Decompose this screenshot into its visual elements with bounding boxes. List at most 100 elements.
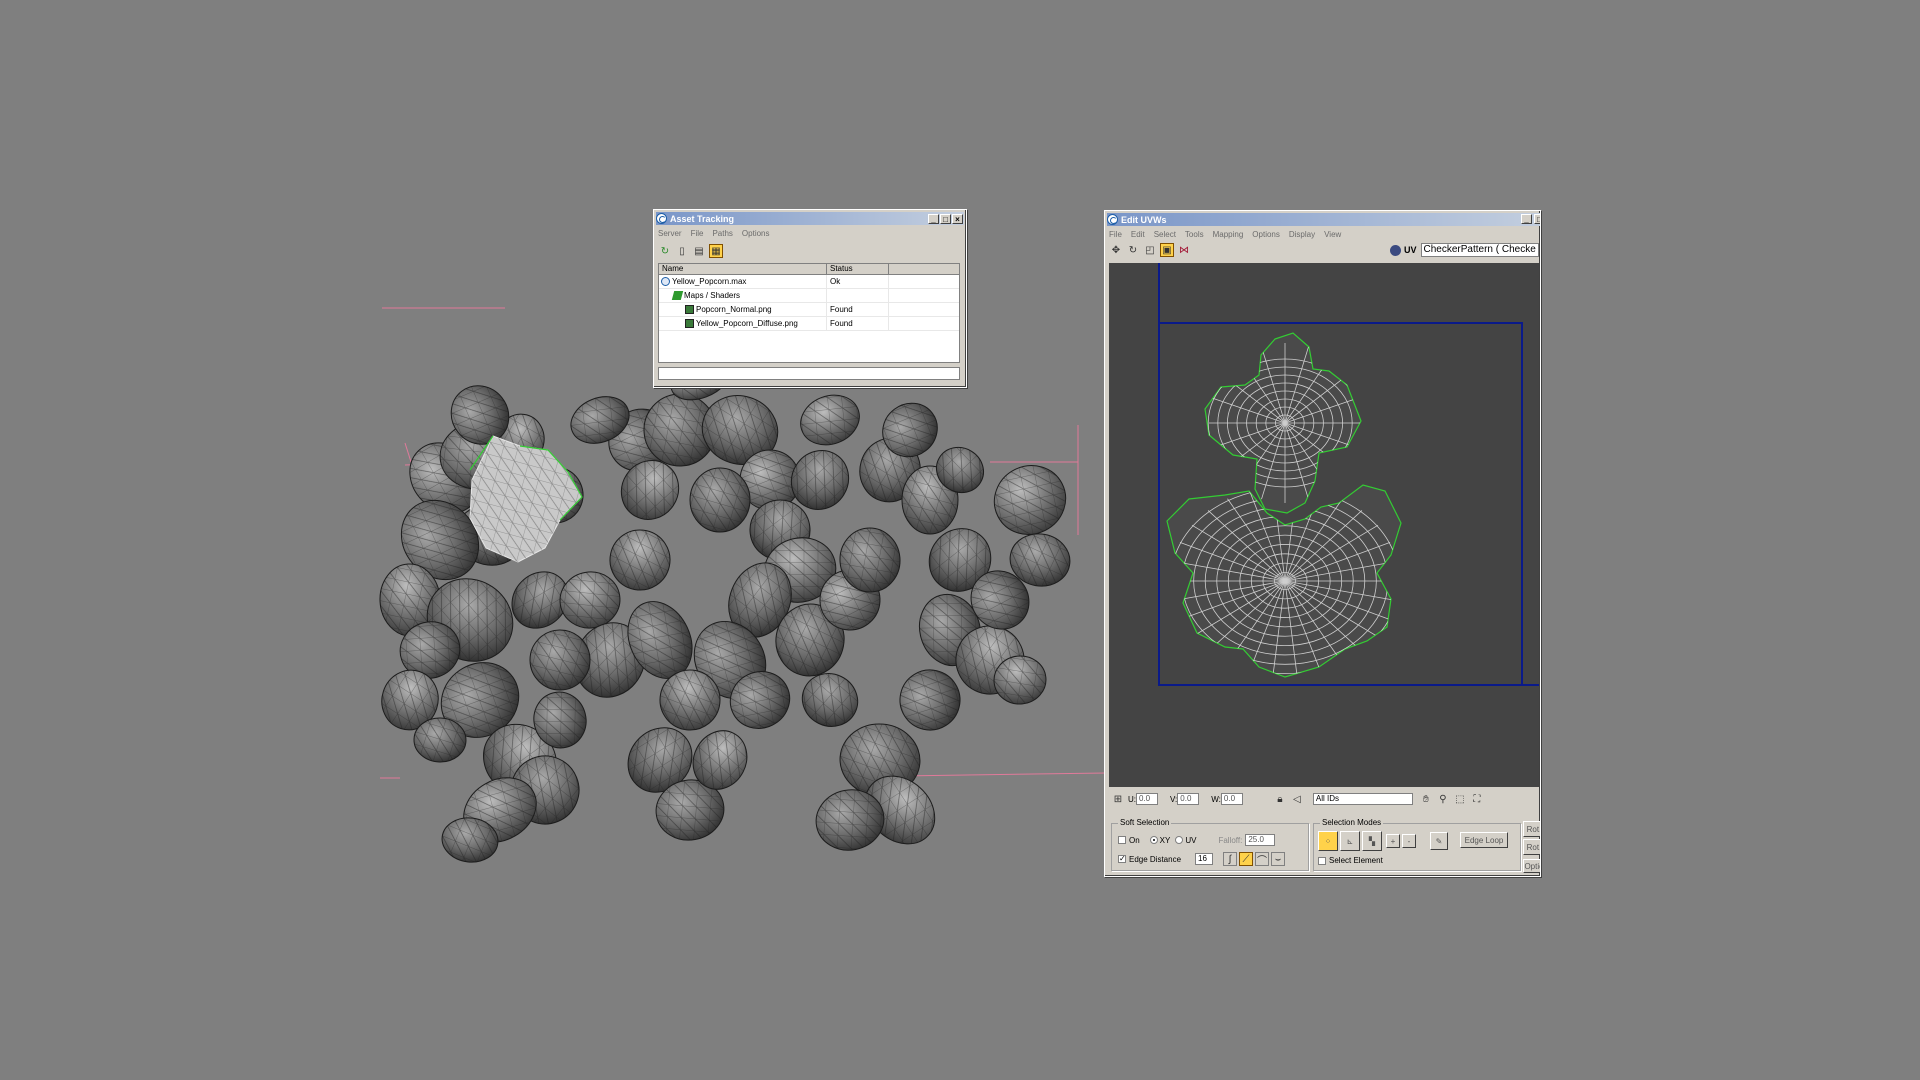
falloff-smooth-icon[interactable]: ∫ bbox=[1223, 852, 1238, 866]
checker-icon[interactable] bbox=[1390, 244, 1401, 256]
path-field[interactable] bbox=[658, 367, 960, 380]
detail-view-icon[interactable]: ▤ bbox=[692, 244, 706, 258]
rotate-icon[interactable]: ↻ bbox=[1126, 243, 1140, 257]
u-label: U: bbox=[1128, 794, 1136, 804]
grid-view-icon[interactable]: ▦ bbox=[709, 244, 723, 258]
max-file-icon bbox=[661, 277, 670, 286]
vertex-mode-button[interactable]: ⁘ bbox=[1318, 831, 1338, 851]
absolute-offset-icon[interactable]: ⊞ bbox=[1111, 792, 1125, 806]
row-status: Ok bbox=[827, 275, 889, 288]
menu-display[interactable]: Display bbox=[1289, 230, 1315, 239]
column-name[interactable]: Name bbox=[659, 264, 827, 274]
column-status[interactable]: Status bbox=[827, 264, 889, 274]
coord-bar: ⊞ U: 0.0 V: 0.0 W: 0.0 🔒︎ ◁ All IDs ✋︎ ⚲… bbox=[1105, 791, 1540, 807]
menu-server[interactable]: Server bbox=[658, 229, 682, 238]
menu-paths[interactable]: Paths bbox=[712, 229, 732, 238]
table-row[interactable]: Yellow_Popcorn_Diffuse.png Found bbox=[659, 317, 959, 331]
maximize-button[interactable]: □ bbox=[940, 213, 951, 224]
face-mode-button[interactable]: ▚ bbox=[1362, 831, 1382, 851]
u-field[interactable]: 0.0 bbox=[1136, 793, 1158, 805]
id-dropdown[interactable]: All IDs bbox=[1312, 793, 1413, 805]
uvw-menubar: File Edit Select Tools Mapping Options D… bbox=[1105, 228, 1540, 241]
falloff-slow-icon[interactable]: ⌒ bbox=[1255, 852, 1270, 867]
rotate-plus-button[interactable]: Rot. bbox=[1523, 821, 1540, 837]
window-title: Edit UVWs bbox=[1121, 214, 1167, 225]
row-name: Yellow_Popcorn.max bbox=[672, 277, 747, 286]
bitmap-icon bbox=[685, 305, 694, 314]
uvw-titlebar[interactable]: Edit UVWs _ □ bbox=[1107, 213, 1540, 226]
row-name: Maps / Shaders bbox=[684, 291, 741, 300]
paint-select-button[interactable]: ✎ bbox=[1430, 832, 1448, 850]
menu-view[interactable]: View bbox=[1324, 230, 1341, 239]
row-status: Found bbox=[827, 303, 889, 316]
zoom-extents-icon[interactable]: ⛶ bbox=[1470, 792, 1484, 806]
move-icon[interactable]: ✥ bbox=[1109, 243, 1123, 257]
xy-label: XY bbox=[1159, 835, 1171, 845]
edge-distance-checkbox[interactable]: ✓ bbox=[1118, 855, 1126, 863]
group-title: Soft Selection bbox=[1118, 818, 1172, 827]
options-button[interactable]: Optio bbox=[1523, 859, 1540, 873]
mirror-icon[interactable]: ⋈ bbox=[1177, 243, 1191, 257]
maximize-button[interactable]: □ bbox=[1534, 214, 1540, 224]
asset-table[interactable]: Name Status Yellow_Popcorn.max Ok Maps /… bbox=[658, 263, 960, 363]
menu-edit[interactable]: Edit bbox=[1131, 230, 1145, 239]
uvw-toolbar: ✥ ↻ ◰ ▣ ⋈ UV CheckerPattern ( Checke bbox=[1105, 241, 1540, 259]
falloff-linear-icon[interactable]: ⟋ bbox=[1239, 852, 1254, 866]
soft-on-checkbox[interactable] bbox=[1118, 836, 1126, 844]
asset-table-header: Name Status bbox=[659, 264, 959, 275]
folder-icon bbox=[671, 291, 684, 300]
row-name: Yellow_Popcorn_Diffuse.png bbox=[696, 319, 798, 328]
hand-pan-icon[interactable]: ✋︎ bbox=[1419, 792, 1433, 806]
grow-selection-button[interactable]: + bbox=[1386, 834, 1400, 848]
xy-radio[interactable] bbox=[1149, 836, 1158, 844]
falloff-fast-icon[interactable]: ⌣ bbox=[1271, 852, 1286, 866]
popcorn-kernel bbox=[800, 394, 860, 446]
select-element-checkbox[interactable] bbox=[1318, 856, 1326, 865]
table-row[interactable]: Yellow_Popcorn.max Ok bbox=[659, 275, 959, 289]
zoom-region-icon[interactable]: ⬚ bbox=[1453, 792, 1467, 806]
v-field[interactable]: 0.0 bbox=[1177, 793, 1200, 805]
uv-radio[interactable] bbox=[1175, 836, 1184, 844]
asset-tracking-titlebar[interactable]: Asset Tracking _ □ × bbox=[656, 212, 964, 225]
max-logo-icon bbox=[656, 213, 667, 224]
checkout-icon[interactable]: ▯ bbox=[675, 244, 689, 258]
table-row[interactable]: Popcorn_Normal.png Found bbox=[659, 303, 959, 317]
uv-radio-label: UV bbox=[1185, 835, 1197, 845]
w-field[interactable]: 0.0 bbox=[1220, 793, 1243, 805]
soft-selection-group: Soft Selection On XY UV Falloff: 25.0 ✓ … bbox=[1111, 818, 1309, 871]
table-row[interactable]: Maps / Shaders bbox=[659, 289, 959, 303]
edge-mode-button[interactable]: ⊾ bbox=[1340, 831, 1360, 851]
scale-icon[interactable]: ◰ bbox=[1143, 243, 1157, 257]
menu-options[interactable]: Options bbox=[1252, 230, 1280, 239]
perspective-viewport[interactable] bbox=[0, 0, 1920, 1080]
popcorn-model bbox=[379, 359, 1071, 863]
uv-label: UV bbox=[1404, 245, 1417, 255]
uv-mesh-upper bbox=[1207, 343, 1361, 503]
edge-loop-button[interactable]: Edge Loop bbox=[1460, 832, 1508, 848]
lock-icon[interactable]: 🔒︎ bbox=[1273, 792, 1287, 806]
uv-editor-canvas[interactable] bbox=[1109, 263, 1539, 787]
menu-select[interactable]: Select bbox=[1154, 230, 1176, 239]
selected-kernel[interactable] bbox=[469, 435, 583, 563]
edit-uvws-window[interactable]: Edit UVWs _ □ File Edit Select Tools Map… bbox=[1104, 210, 1541, 877]
shrink-selection-button[interactable]: - bbox=[1402, 834, 1416, 848]
menu-file[interactable]: File bbox=[691, 229, 704, 238]
close-button[interactable]: × bbox=[952, 213, 963, 224]
bitmap-icon bbox=[685, 319, 694, 328]
zoom-icon[interactable]: ⚲ bbox=[1436, 792, 1450, 806]
texture-dropdown[interactable]: CheckerPattern ( Checke bbox=[1420, 243, 1539, 257]
rotate-minus-button[interactable]: Rot. bbox=[1523, 839, 1540, 855]
minimize-button[interactable]: _ bbox=[1521, 214, 1532, 224]
refresh-icon[interactable]: ↻ bbox=[658, 244, 672, 258]
menu-options[interactable]: Options bbox=[742, 229, 770, 238]
freeform-icon[interactable]: ▣ bbox=[1160, 243, 1174, 257]
minimize-button[interactable]: _ bbox=[928, 213, 939, 224]
menu-tools[interactable]: Tools bbox=[1185, 230, 1204, 239]
filter-icon[interactable]: ◁ bbox=[1290, 792, 1304, 806]
asset-tracking-window[interactable]: Asset Tracking _ □ × Server File Paths O… bbox=[653, 209, 967, 388]
menu-mapping[interactable]: Mapping bbox=[1213, 230, 1244, 239]
falloff-field[interactable]: 25.0 bbox=[1245, 834, 1276, 846]
menu-file[interactable]: File bbox=[1109, 230, 1122, 239]
edge-distance-field[interactable]: 16 bbox=[1195, 853, 1214, 865]
max-logo-icon bbox=[1107, 214, 1118, 225]
